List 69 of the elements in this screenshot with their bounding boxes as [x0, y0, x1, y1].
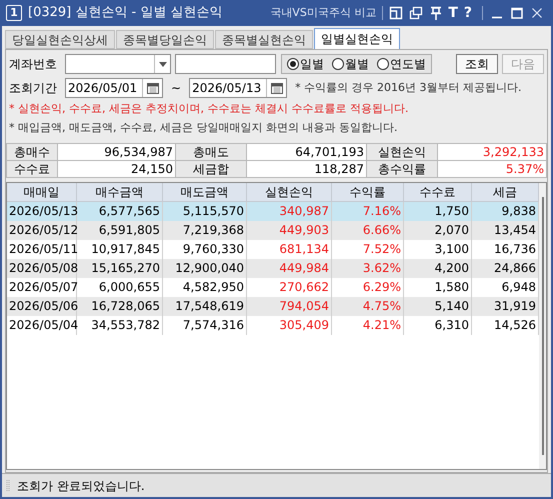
tab[interactable]: 종목별당일손익: [116, 30, 214, 49]
table-row[interactable]: 2026/05/07 6,000,655 4,582,950 270,662 6.29% 1,580 6,948: [7, 278, 539, 297]
calendar-icon[interactable]: [146, 82, 158, 94]
radio-button[interactable]: [287, 58, 299, 70]
maximize-icon[interactable]: [511, 7, 523, 19]
toolbar-glyph[interactable]: ?: [464, 6, 472, 20]
action-button[interactable]: 조회: [456, 54, 498, 74]
table-cell: 6,310: [404, 316, 472, 335]
summary-label: 실현손익: [367, 144, 438, 161]
summary-value: 96,534,987: [58, 144, 176, 161]
pin-icon[interactable]: [429, 6, 444, 20]
tab[interactable]: 종목별실현손익: [215, 30, 313, 49]
tab[interactable]: 일별실현손익: [314, 28, 400, 49]
layout-icon[interactable]: [389, 6, 404, 20]
column-header[interactable]: 수익률: [332, 183, 404, 202]
tab[interactable]: 당일실현손익상세: [5, 30, 115, 49]
table-row[interactable]: 2026/05/11 10,917,845 9,760,330 681,134 7.52% 3,100 16,736: [7, 240, 539, 259]
table-row[interactable]: 2026/05/08 15,165,270 12,900,040 449,984 3.62% 4,200 24,866: [7, 259, 539, 278]
summary-label: 수수료: [7, 161, 58, 178]
table-cell: 4.21%: [332, 316, 404, 335]
table-cell: 2026/05/04: [7, 316, 77, 335]
calendar-icon[interactable]: [270, 82, 283, 94]
grip-icon: [6, 480, 10, 492]
table-row[interactable]: 2026/05/04 34,553,782 7,574,316 305,409 4.21% 6,310 14,526: [7, 316, 539, 335]
column-header[interactable]: 수수료: [404, 183, 472, 202]
summary-label: 총수익률: [367, 161, 438, 178]
summary-label: 총매수: [7, 144, 58, 161]
scrollbar[interactable]: [539, 183, 546, 469]
radio-button[interactable]: [377, 58, 389, 70]
table-cell: 305,409: [247, 316, 332, 335]
note-text: * 수익률의 경우 2016년 3월부터 제공됩니다.: [295, 80, 522, 96]
table-row[interactable]: 2026/05/06 16,728,065 17,548,619 794,054 4.75% 5,140 31,919: [7, 297, 539, 316]
summary-value: 64,701,193: [247, 144, 367, 161]
summary-label: 세금합: [176, 161, 247, 178]
account-dropdown[interactable]: [65, 54, 171, 74]
note-text: * 실현손익, 수수료, 세금은 추정치이며, 수수료는 체결시 수수료률로 적용됩니다.: [9, 101, 410, 117]
toolbar-glyph[interactable]: T: [448, 6, 458, 20]
column-header[interactable]: 매도금액: [163, 183, 247, 202]
status-text: 조회가 완료되었습니다.: [17, 478, 145, 494]
window-title: [0329] 실현손익 - 일별 실현손익: [28, 4, 222, 22]
date-field[interactable]: 2026/05/01: [65, 78, 163, 98]
date-field[interactable]: 2026/05/13: [189, 78, 288, 98]
table-cell: 34,553,782: [77, 316, 163, 335]
compare-link[interactable]: 국내VS미국주식 비교: [270, 4, 376, 22]
radio-label[interactable]: 연도별: [390, 55, 426, 73]
column-header[interactable]: 실현손익: [247, 183, 332, 202]
caret-icon: [158, 62, 166, 66]
radio-label[interactable]: 일별: [300, 55, 324, 73]
column-header[interactable]: 매수금액: [77, 183, 163, 202]
table-row[interactable]: 2026/05/12 6,591,805 7,219,368 449,903 6.66% 2,070 13,454: [7, 221, 539, 240]
radio-label[interactable]: 월별: [345, 55, 369, 73]
summary-label: 총매도: [176, 144, 247, 161]
range-separator: ~: [171, 80, 182, 97]
summary-value: 5.37%: [438, 161, 547, 178]
summary-value: 118,287: [247, 161, 367, 178]
window-number-badge: 1: [6, 5, 22, 21]
note-text: * 매입금액, 매도금액, 수수료, 세금은 당일매매일지 화면의 내용과 동일합니다.: [9, 120, 398, 136]
account-name-field[interactable]: [175, 54, 276, 74]
account-label: 계좌번호: [9, 56, 58, 73]
period-label: 조회기간: [9, 80, 58, 97]
table-cell: 7,574,316: [163, 316, 247, 335]
table-row[interactable]: 2026/05/13 6,577,565 5,115,570 340,987 7.16% 1,750 9,838: [7, 202, 539, 221]
summary-value: 3,292,133: [438, 144, 547, 161]
summary-value: 24,150: [58, 161, 176, 178]
column-header[interactable]: 세금: [472, 183, 539, 202]
radio-button[interactable]: [332, 58, 344, 70]
windows-icon[interactable]: [409, 6, 424, 20]
close-icon[interactable]: [531, 7, 543, 19]
column-header[interactable]: 매매일: [7, 183, 77, 202]
